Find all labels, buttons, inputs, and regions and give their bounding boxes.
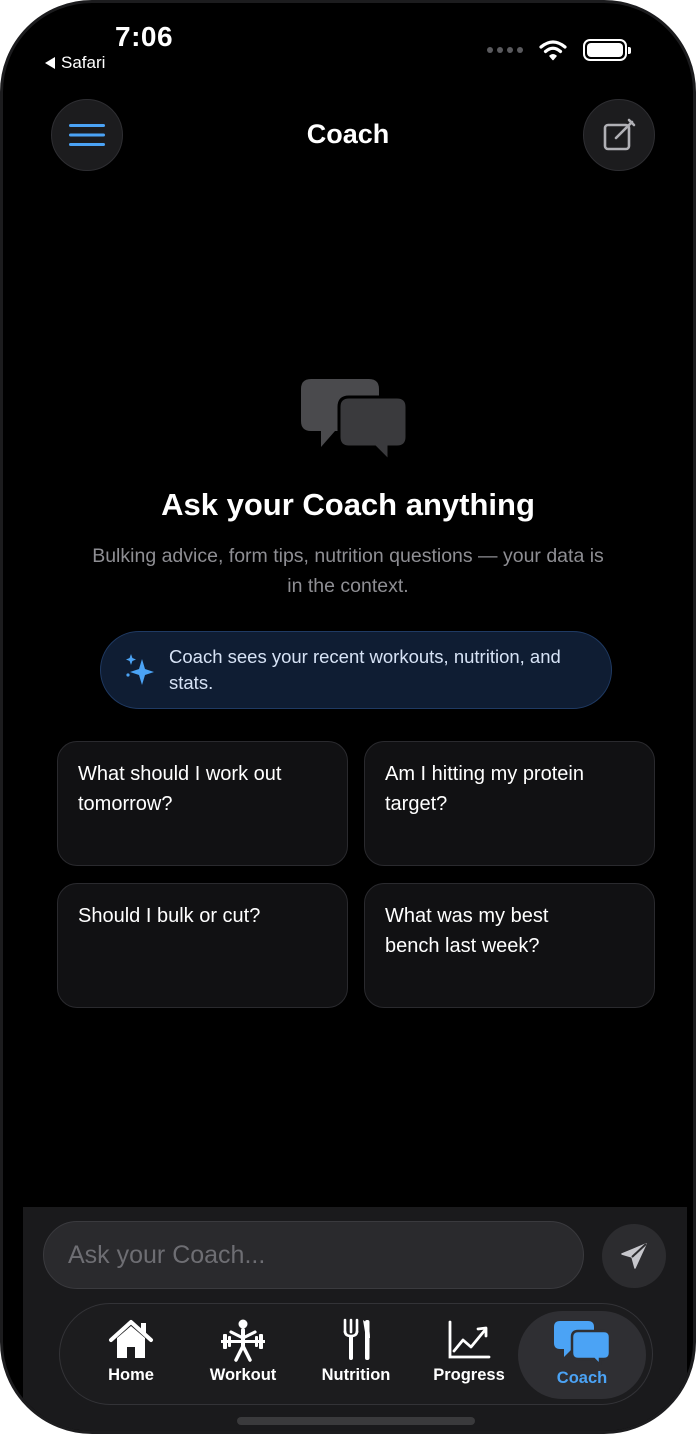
back-triangle-icon bbox=[45, 57, 55, 69]
suggestion-text: What was my best bench last week? bbox=[385, 905, 549, 957]
chat-bubbles-icon bbox=[554, 1321, 610, 1365]
tab-home[interactable]: Home bbox=[74, 1304, 188, 1404]
tab-label: Nutrition bbox=[321, 1366, 391, 1384]
suggestion-card[interactable]: What was my best bench last week? bbox=[364, 883, 655, 1008]
tab-bar: Home Workout Nutrition Progress Coach bbox=[59, 1303, 653, 1405]
status-time: 7:06 bbox=[115, 21, 174, 52]
tab-label: Progress bbox=[433, 1366, 505, 1384]
fork-knife-icon bbox=[343, 1318, 370, 1360]
suggestion-card[interactable]: Should I bulk or cut? bbox=[57, 883, 348, 1008]
cellular-signal-icon bbox=[487, 47, 523, 53]
tab-nutrition[interactable]: Nutrition bbox=[299, 1304, 413, 1404]
sparkles-icon bbox=[126, 654, 154, 685]
wifi-icon bbox=[539, 40, 567, 61]
chat-bubbles-icon bbox=[301, 379, 409, 463]
chat-input[interactable] bbox=[43, 1221, 584, 1289]
send-icon bbox=[621, 1243, 647, 1269]
back-to-app-link[interactable]: Safari bbox=[45, 53, 105, 73]
suggestion-card[interactable]: Am I hitting my protein target? bbox=[364, 741, 655, 866]
suggestion-text: What should I work out tomorrow? bbox=[78, 763, 282, 815]
tab-label: Home bbox=[108, 1366, 154, 1384]
house-icon bbox=[109, 1320, 153, 1358]
suggestion-card[interactable]: What should I work out tomorrow? bbox=[57, 741, 348, 866]
home-indicator[interactable] bbox=[237, 1417, 475, 1425]
back-app-label: Safari bbox=[61, 53, 106, 72]
tab-label: Coach bbox=[556, 1369, 608, 1387]
context-info-pill: Coach sees your recent workouts, nutriti… bbox=[100, 631, 612, 709]
suggestion-text: Am I hitting my protein target? bbox=[385, 763, 584, 815]
compose-icon bbox=[603, 118, 636, 151]
context-info-text: Coach sees your recent workouts, nutriti… bbox=[169, 646, 561, 693]
tab-label: Workout bbox=[209, 1366, 277, 1384]
battery-icon bbox=[583, 39, 631, 61]
tab-workout[interactable]: Workout bbox=[186, 1304, 300, 1404]
tab-coach[interactable]: Coach bbox=[518, 1311, 646, 1399]
suggestion-text: Should I bulk or cut? bbox=[78, 905, 261, 927]
phone-screen: 7:06 Safari Coach Ask your Coach anythin… bbox=[0, 0, 696, 1434]
send-button[interactable] bbox=[602, 1224, 666, 1288]
status-indicators bbox=[487, 39, 631, 61]
empty-state-title: Ask your Coach anything bbox=[161, 487, 535, 522]
empty-state-subtitle: Bulking advice, form tips, nutrition que… bbox=[92, 545, 604, 597]
weightlifter-icon bbox=[221, 1319, 265, 1362]
new-chat-button[interactable] bbox=[583, 99, 655, 171]
tab-progress[interactable]: Progress bbox=[412, 1304, 526, 1404]
chart-line-icon bbox=[448, 1320, 491, 1359]
